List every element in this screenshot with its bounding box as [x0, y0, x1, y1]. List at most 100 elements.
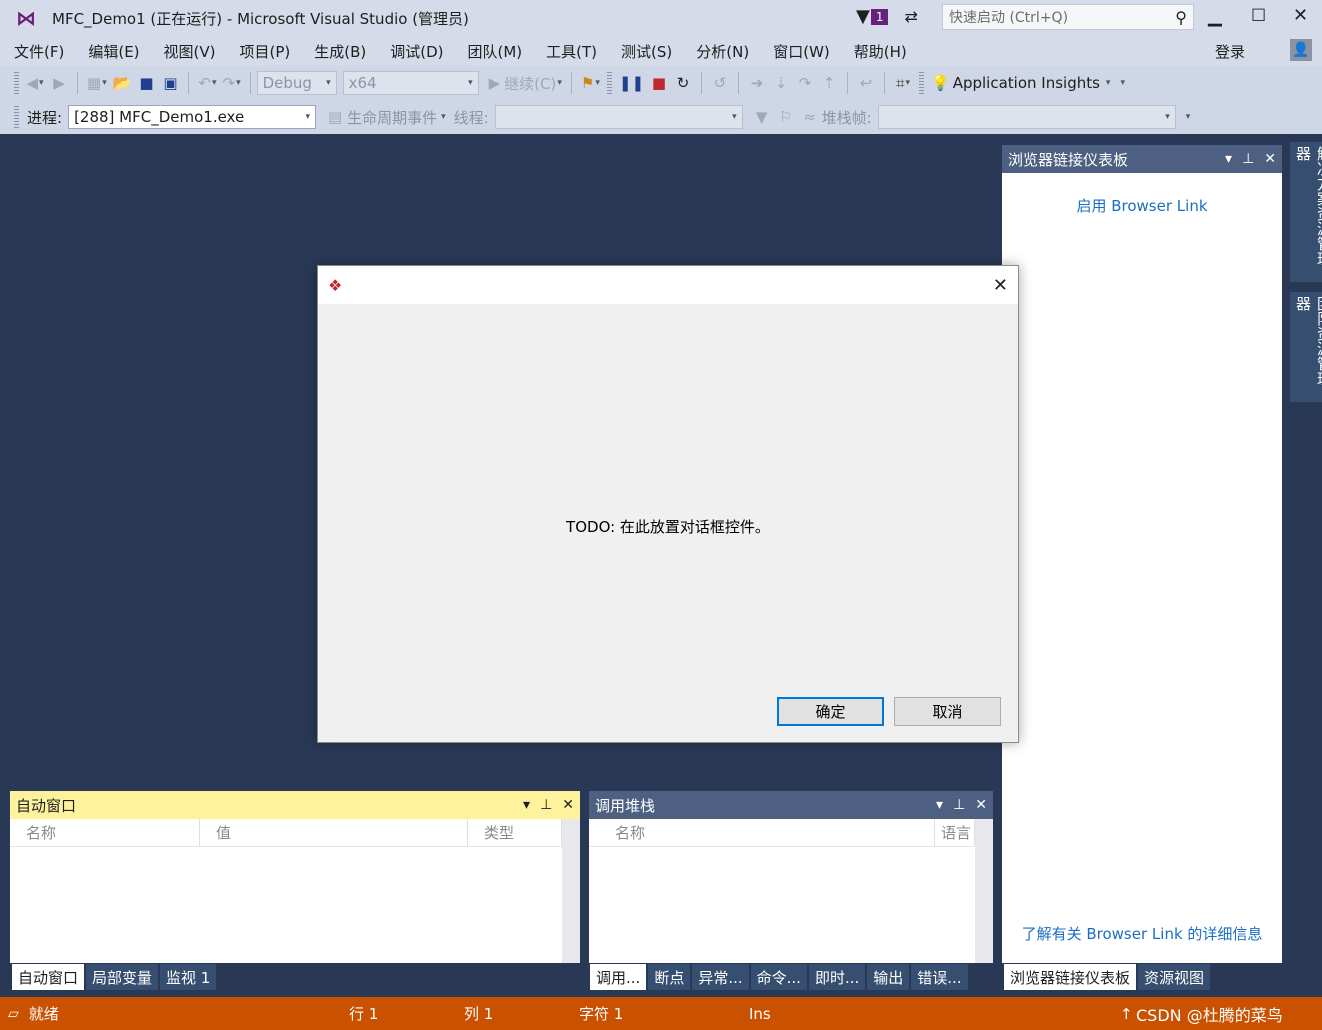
toolbar-grip[interactable]	[14, 106, 19, 128]
menu-file[interactable]: 文件(F)	[2, 41, 76, 62]
lifecycle-caret-icon[interactable]: ▾	[441, 112, 446, 122]
feedback-icon[interactable]: ⇄	[904, 7, 917, 26]
browser-link-learn-more[interactable]: 了解有关 Browser Link 的详细信息	[1002, 923, 1282, 944]
toolbar-grip[interactable]	[14, 72, 19, 94]
continue-button[interactable]: ▶ 继续(C) ▾	[489, 71, 562, 95]
restart-icon[interactable]: ↻	[674, 71, 692, 95]
pin-icon[interactable]: ⊥	[1242, 151, 1254, 167]
menu-project[interactable]: 项目(P)	[228, 41, 303, 62]
enable-browser-link[interactable]: 启用 Browser Link	[1002, 195, 1282, 216]
step-over-curve-icon[interactable]: ↷	[796, 71, 814, 95]
menu-analyze[interactable]: 分析(N)	[684, 41, 761, 62]
application-insights-dropdown[interactable]: Application Insights	[953, 74, 1100, 92]
flag-threads-icon[interactable]: ▼	[753, 105, 771, 129]
back-icon[interactable]: ◀ ▾	[26, 71, 44, 95]
panel-menu-icon[interactable]: ▾	[1225, 151, 1232, 167]
tab-browser-link[interactable]: 浏览器链接仪表板	[1004, 964, 1137, 990]
toolbar2-overflow-icon[interactable]: ▾	[1186, 112, 1191, 122]
lifecycle-events-icon[interactable]: ▤	[326, 105, 344, 129]
tab-resource-view[interactable]: 资源视图	[1138, 964, 1211, 990]
menu-build[interactable]: 生成(B)	[302, 41, 378, 62]
callstack-scrollbar[interactable]	[975, 819, 993, 963]
search-icon[interactable]: ⚲	[1175, 8, 1187, 27]
pause-icon[interactable]: ❚❚	[619, 71, 644, 95]
panel-close-icon[interactable]: ✕	[975, 797, 987, 813]
menu-edit[interactable]: 编辑(E)	[76, 41, 151, 62]
process-dropdown[interactable]: [288] MFC_Demo1.exe ▾	[68, 105, 317, 129]
tab-locals[interactable]: 局部变量	[86, 964, 159, 990]
menu-window[interactable]: 窗口(W)	[761, 41, 842, 62]
quick-launch-input[interactable]: 快速启动 (Ctrl+Q)	[949, 7, 1068, 27]
column-type[interactable]: 类型	[468, 819, 562, 846]
column-value[interactable]: 值	[200, 819, 468, 846]
panel-close-icon[interactable]: ✕	[1264, 151, 1276, 167]
step-over-icon[interactable]: ➔	[748, 71, 766, 95]
save-icon[interactable]: ■	[137, 71, 155, 95]
sign-in-link[interactable]: 登录	[1215, 41, 1245, 62]
dialog-titlebar[interactable]: ❖ ✕	[318, 266, 1018, 304]
menu-team[interactable]: 团队(M)	[456, 41, 535, 62]
cancel-button[interactable]: 取消	[894, 697, 1001, 726]
step-out-icon[interactable]: ⇡	[820, 71, 838, 95]
close-window-button[interactable]: ✕	[1293, 5, 1308, 26]
filter-icon[interactable]: ▼	[856, 6, 870, 27]
stack-frame-dropdown[interactable]: ▾	[877, 105, 1176, 129]
config-dropdown[interactable]: Debug ▾	[256, 71, 337, 95]
forward-icon[interactable]: ▶	[50, 71, 68, 95]
thread-dropdown[interactable]: ▾	[494, 105, 743, 129]
column-language[interactable]: 语言	[935, 819, 975, 846]
menu-debug[interactable]: 调试(D)	[378, 41, 455, 62]
panel-menu-icon[interactable]: ▾	[936, 797, 943, 813]
tab-callstack[interactable]: 调用...	[590, 964, 647, 990]
pin-icon[interactable]: ⊥	[953, 797, 965, 813]
menu-help[interactable]: 帮助(H)	[842, 41, 919, 62]
save-all-icon[interactable]: ▣	[161, 71, 179, 95]
lifecycle-events-dropdown[interactable]: 生命周期事件	[347, 107, 437, 128]
panel-close-icon[interactable]: ✕	[562, 797, 574, 813]
side-tab-team-explorer[interactable]: 团队资源管理器	[1290, 292, 1322, 402]
menu-test[interactable]: 测试(S)	[609, 41, 684, 62]
toolbar-grip[interactable]	[919, 72, 925, 94]
side-tab-solution-explorer[interactable]: 解决方案资源管理器	[1290, 142, 1322, 282]
toggle-external-icon[interactable]: ≈	[801, 105, 819, 129]
menu-view[interactable]: 视图(V)	[152, 41, 228, 62]
tab-exceptions[interactable]: 异常...	[692, 964, 749, 990]
tab-immediate[interactable]: 即时...	[808, 964, 866, 990]
maximize-button[interactable]: ☐	[1251, 6, 1266, 26]
minimize-button[interactable]: ▁	[1208, 6, 1222, 27]
column-name[interactable]: 名称	[589, 819, 935, 846]
toolbar-overflow-icon[interactable]: ▾	[1120, 78, 1125, 88]
toolbar-grip[interactable]	[606, 72, 612, 94]
tab-breakpoints[interactable]: 断点	[648, 964, 691, 990]
open-file-icon[interactable]: 📂	[113, 71, 132, 95]
vs-logo-icon[interactable]: ⋈	[16, 6, 36, 30]
account-avatar-icon[interactable]: 👤	[1290, 39, 1312, 61]
quick-launch-box[interactable]: 快速启动 (Ctrl+Q) ⚲	[942, 4, 1194, 30]
dialog-close-button[interactable]: ✕	[993, 275, 1008, 296]
column-name[interactable]: 名称	[10, 819, 200, 846]
tab-autos[interactable]: 自动窗口	[12, 964, 85, 990]
ok-button[interactable]: 确定	[777, 697, 884, 726]
undo-icon[interactable]: ↶ ▾	[198, 71, 216, 95]
tab-command[interactable]: 命令...	[750, 964, 807, 990]
tab-errors[interactable]: 错误...	[911, 964, 968, 990]
insights-lightbulb-icon[interactable]: 💡	[931, 71, 950, 95]
menu-tools[interactable]: 工具(T)	[534, 41, 609, 62]
notification-badge[interactable]: 1	[870, 8, 889, 25]
step-into-icon[interactable]: ⇣	[772, 71, 790, 95]
redo-icon[interactable]: ↷ ▾	[223, 71, 241, 95]
back-step-icon[interactable]: ↩	[857, 71, 875, 95]
panel-menu-icon[interactable]: ▾	[523, 797, 530, 813]
publish-arrow-icon[interactable]: ↑	[1120, 1005, 1133, 1023]
hex-display-icon[interactable]: ⌗ ▾	[894, 71, 912, 95]
tab-watch1[interactable]: 监视 1	[160, 964, 217, 990]
platform-dropdown[interactable]: x64 ▾	[342, 71, 479, 95]
flag-threads-only-icon[interactable]: ⚐	[777, 105, 795, 129]
tab-output[interactable]: 输出	[867, 964, 910, 990]
stop-icon[interactable]: ■	[650, 71, 668, 95]
insights-caret-icon[interactable]: ▾	[1106, 78, 1111, 88]
pin-icon[interactable]: ⊥	[540, 797, 552, 813]
show-next-statement-icon[interactable]: ↺	[711, 71, 729, 95]
autos-scrollbar[interactable]	[562, 819, 580, 963]
attach-icon[interactable]: ⚑ ▾	[581, 71, 600, 95]
